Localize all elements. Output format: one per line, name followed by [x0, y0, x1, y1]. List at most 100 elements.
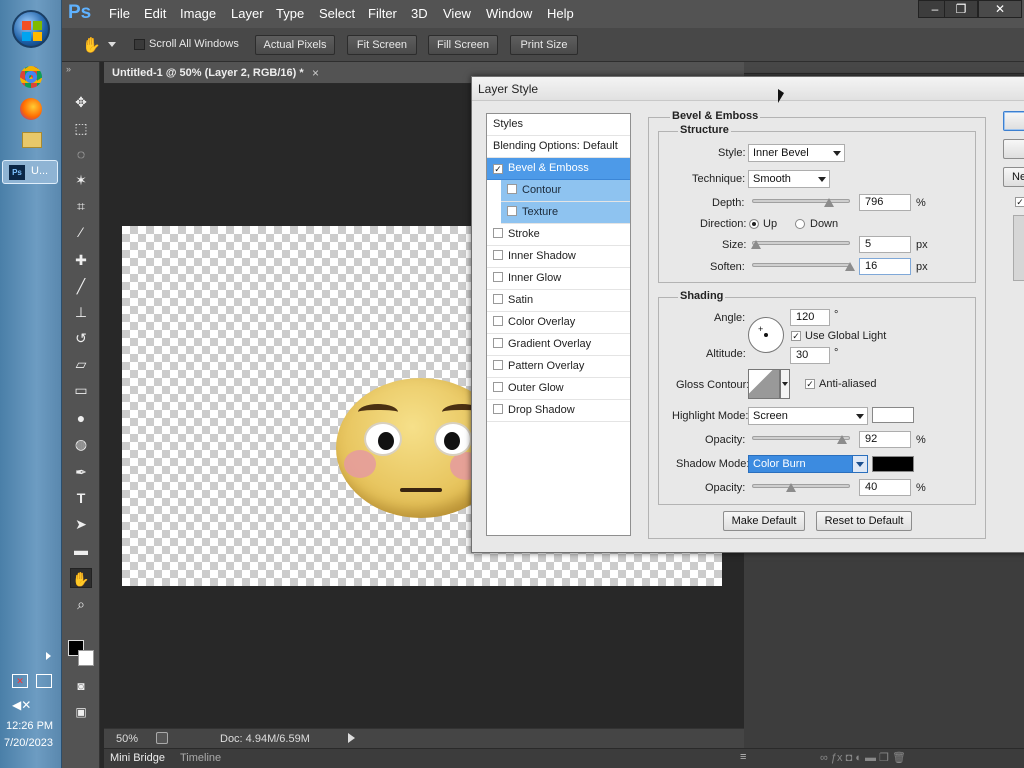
drop-shadow-checkbox[interactable] [493, 404, 503, 414]
menu-filter[interactable]: Filter [368, 6, 397, 21]
menu-3d[interactable]: 3D [411, 6, 428, 21]
network-error-icon[interactable]: ✕ [12, 674, 28, 688]
tool-preset-dropdown-icon[interactable] [108, 42, 116, 47]
blending-options-item[interactable]: Blending Options: Default [487, 136, 630, 158]
marquee-tool-icon[interactable]: ⬚ [70, 118, 92, 138]
cancel-button[interactable] [1003, 139, 1024, 159]
history-brush-tool-icon[interactable]: ↺ [70, 328, 92, 348]
gradient-tool-icon[interactable]: ▭ [70, 380, 92, 400]
inner-shadow-checkbox[interactable] [493, 250, 503, 260]
shadow-color-swatch[interactable] [872, 456, 914, 472]
panel-dock-header[interactable] [744, 62, 1024, 74]
pen-tool-icon[interactable]: ✒ [70, 462, 92, 482]
zoom-tool-icon[interactable]: ⌕ [70, 594, 92, 614]
hand-tool-active-icon[interactable]: ✋ [70, 568, 92, 588]
style-item-outer-glow[interactable]: Outer Glow [487, 378, 630, 400]
style-item-inner-shadow[interactable]: Inner Shadow [487, 246, 630, 268]
menu-file[interactable]: File [109, 6, 130, 21]
style-item-pattern-overlay[interactable]: Pattern Overlay [487, 356, 630, 378]
menu-type[interactable]: Type [276, 6, 304, 21]
monitor-icon[interactable] [36, 674, 52, 688]
start-orb-icon[interactable] [12, 10, 50, 48]
lasso-tool-icon[interactable]: ◌ [70, 144, 92, 164]
inner-glow-checkbox[interactable] [493, 272, 503, 282]
gradient-overlay-checkbox[interactable] [493, 338, 503, 348]
rectangle-tool-icon[interactable]: ▬ [70, 540, 92, 560]
use-global-light-checkbox[interactable]: ✓ [791, 331, 801, 341]
direction-up-radio[interactable] [749, 219, 759, 229]
angle-input[interactable]: 120 [790, 309, 830, 326]
highlight-opacity-slider[interactable] [752, 436, 850, 440]
crop-tool-icon[interactable]: ⌗ [70, 196, 92, 216]
menu-layer[interactable]: Layer [231, 6, 264, 21]
style-item-gradient-overlay[interactable]: Gradient Overlay [487, 334, 630, 356]
menu-image[interactable]: Image [180, 6, 216, 21]
close-window-icon[interactable]: ✕ [978, 0, 1022, 18]
angle-dial[interactable]: + [748, 317, 784, 353]
size-input[interactable]: 5 [859, 236, 911, 253]
style-select[interactable]: Inner Bevel [748, 144, 845, 162]
firefox-icon[interactable] [20, 98, 42, 120]
shadow-opacity-input[interactable]: 40 [859, 479, 911, 496]
depth-slider-thumb[interactable] [824, 198, 834, 207]
satin-checkbox[interactable] [493, 294, 503, 304]
direction-down-radio[interactable] [795, 219, 805, 229]
hand-tool-icon[interactable]: ✋ [82, 36, 101, 54]
dodge-tool-icon[interactable]: ◍ [70, 434, 92, 454]
menu-window[interactable]: Window [486, 6, 532, 21]
blur-tool-icon[interactable]: ● [70, 408, 92, 428]
stroke-checkbox[interactable] [493, 228, 503, 238]
depth-slider[interactable] [752, 199, 850, 203]
status-menu-arrow-icon[interactable] [348, 733, 355, 743]
photoshop-taskbar-button[interactable]: Ps U... [2, 160, 58, 184]
scroll-all-checkbox[interactable] [134, 39, 145, 50]
shadow-mode-dropdown-icon[interactable] [852, 455, 868, 473]
bevel-emboss-checkbox[interactable]: ✓ [493, 164, 503, 174]
fill-screen-button[interactable]: Fill Screen [428, 35, 498, 55]
close-document-icon[interactable]: × [312, 66, 319, 80]
style-item-bevel-emboss[interactable]: ✓ Bevel & Emboss [487, 158, 630, 180]
path-selection-tool-icon[interactable]: ➤ [70, 514, 92, 534]
chrome-icon[interactable] [20, 66, 42, 88]
restore-icon[interactable]: ❐ [944, 0, 978, 18]
preview-checkbox[interactable]: ✓ [1015, 197, 1024, 207]
style-item-texture[interactable]: Texture [501, 202, 630, 224]
gloss-contour-dropdown[interactable] [780, 369, 790, 399]
shadow-opacity-slider[interactable] [752, 484, 850, 488]
eraser-tool-icon[interactable]: ▱ [70, 354, 92, 374]
altitude-input[interactable]: 30 [790, 347, 830, 364]
depth-input[interactable]: 796 [859, 194, 911, 211]
highlight-opacity-input[interactable]: 92 [859, 431, 911, 448]
clock-date[interactable]: 7/20/2023 [4, 737, 53, 749]
soften-slider-thumb[interactable] [845, 262, 855, 271]
style-item-drop-shadow[interactable]: Drop Shadow [487, 400, 630, 422]
shadow-mode-select[interactable]: Color Burn [748, 455, 868, 473]
pattern-overlay-checkbox[interactable] [493, 360, 503, 370]
tab-timeline[interactable]: Timeline [180, 752, 221, 764]
size-slider[interactable] [752, 241, 850, 245]
menu-help[interactable]: Help [547, 6, 574, 21]
quick-mask-icon[interactable]: ◙ [70, 676, 92, 696]
tab-mini-bridge[interactable]: Mini Bridge [110, 752, 165, 764]
technique-select[interactable]: Smooth [748, 170, 830, 188]
collapse-panel-icon[interactable]: » [66, 64, 71, 74]
highlight-opacity-thumb[interactable] [837, 435, 847, 444]
style-item-stroke[interactable]: Stroke [487, 224, 630, 246]
menu-edit[interactable]: Edit [144, 6, 166, 21]
menu-select[interactable]: Select [319, 6, 355, 21]
speaker-muted-icon[interactable]: ◀✕ [12, 698, 31, 712]
screen-mode-icon[interactable]: ▣ [70, 702, 92, 722]
style-item-satin[interactable]: Satin [487, 290, 630, 312]
styles-list-header[interactable]: Styles [487, 114, 630, 136]
brush-tool-icon[interactable]: ╱ [70, 276, 92, 296]
fit-screen-button[interactable]: Fit Screen [347, 35, 417, 55]
style-item-color-overlay[interactable]: Color Overlay [487, 312, 630, 334]
size-slider-thumb[interactable] [751, 240, 761, 249]
soften-input[interactable]: 16 [859, 258, 911, 275]
panel-menu-icon[interactable]: ≡ [740, 751, 746, 763]
tray-expand-icon[interactable] [46, 652, 51, 660]
clone-stamp-tool-icon[interactable]: ⊥ [70, 302, 92, 322]
status-info-icon[interactable] [156, 732, 168, 744]
type-tool-icon[interactable]: T [70, 488, 92, 508]
outer-glow-checkbox[interactable] [493, 382, 503, 392]
